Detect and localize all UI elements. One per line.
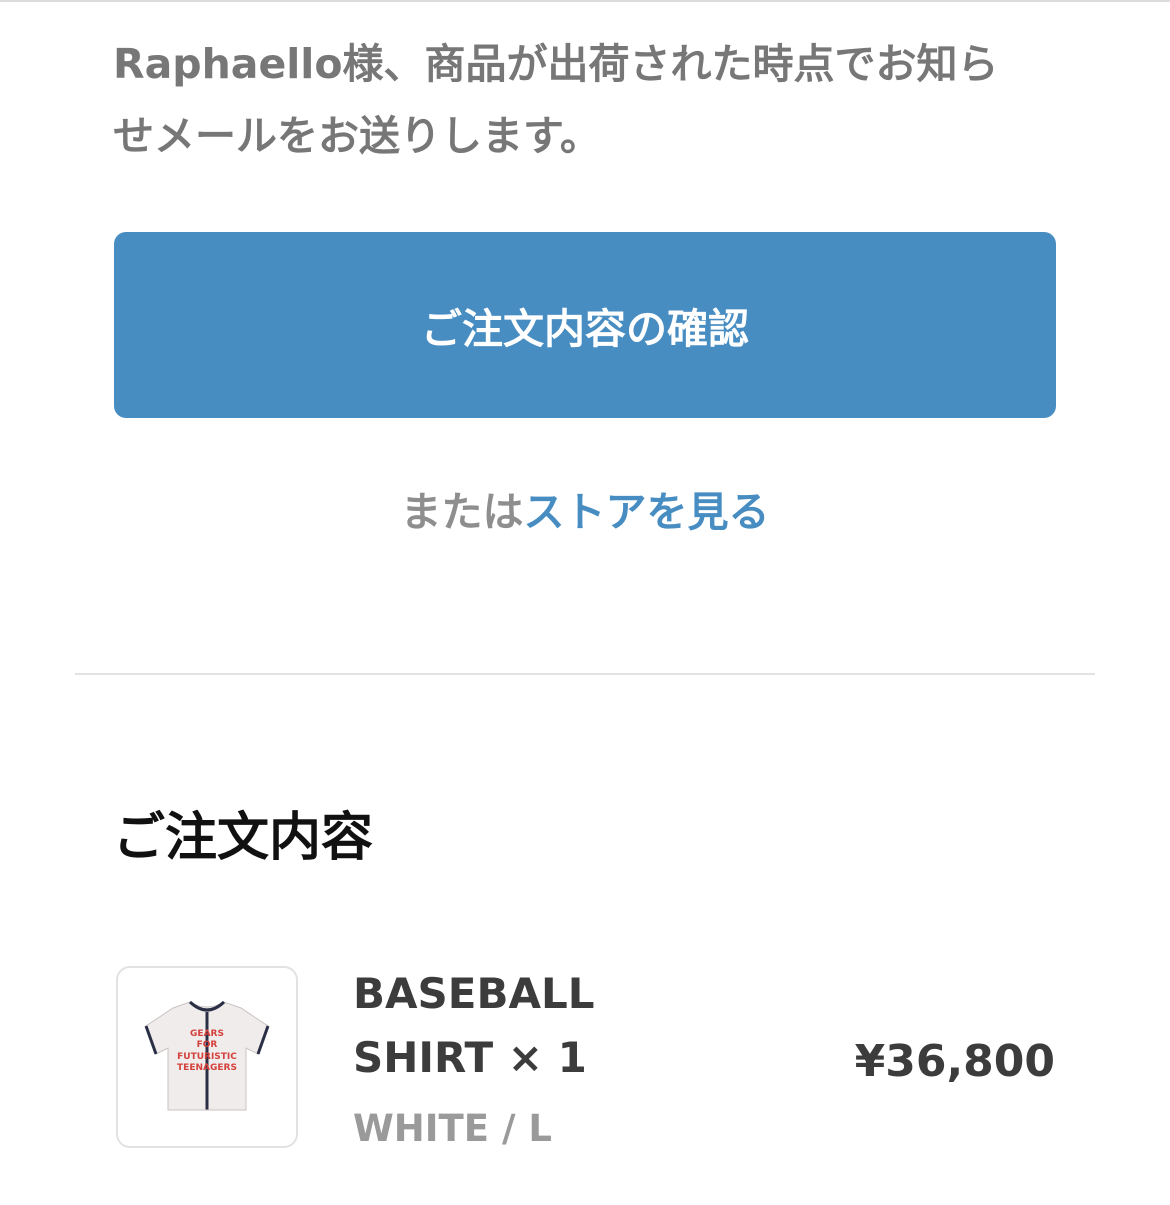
shipping-notice-text: Raphaello様、商品が出荷された時点でお知ら せメールをお送りします。	[113, 28, 1073, 172]
shirt-print-line-3: FUTURISTIC	[177, 1052, 237, 1062]
product-price: ¥36,800	[854, 1036, 1055, 1087]
shirt-print-line-1: GEARS	[190, 1029, 224, 1039]
baseball-shirt-image: GEARS FOR FUTURISTIC TEENAGERS	[144, 1000, 270, 1111]
product-name: BASEBALL SHIRT × 1	[353, 962, 653, 1090]
shirt-print-line-4: TEENAGERS	[177, 1063, 237, 1073]
shirt-print-line-2: FOR	[197, 1040, 218, 1050]
shipping-notice-line-2: せメールをお送りします。	[113, 112, 601, 160]
section-divider	[75, 673, 1095, 675]
or-text: または	[400, 488, 524, 536]
product-name-line-1: BASEBALL	[353, 969, 595, 1018]
order-summary-title: ご注文内容	[113, 808, 374, 868]
top-divider	[0, 0, 1170, 2]
shipping-notice-line-1: Raphaello様、商品が出荷された時点でお知ら	[113, 40, 999, 88]
view-order-button-label: ご注文内容の確認	[421, 305, 749, 353]
view-store-link[interactable]: ストアを見る	[524, 488, 770, 536]
view-order-button[interactable]: ご注文内容の確認	[114, 232, 1056, 418]
product-name-line-2: SHIRT × 1	[353, 1033, 587, 1082]
store-link-row: またはストアを見る	[0, 482, 1170, 542]
product-variant: WHITE / L	[353, 1107, 552, 1150]
product-thumbnail: GEARS FOR FUTURISTIC TEENAGERS	[116, 966, 298, 1148]
